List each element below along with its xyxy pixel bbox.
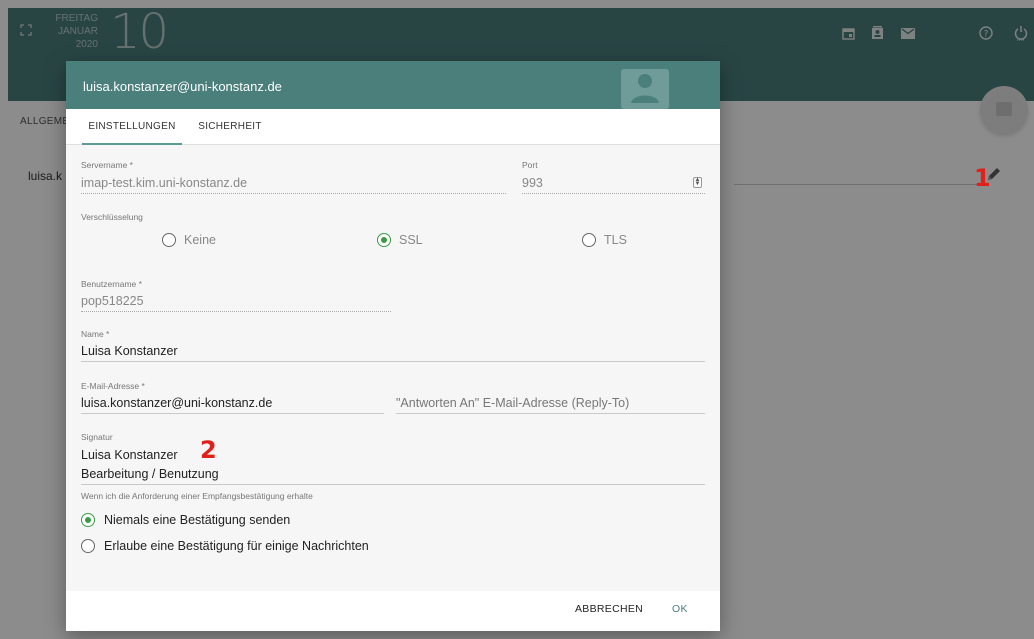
encryption-label: Verschlüsselung: [81, 212, 143, 222]
edit-pencil-icon[interactable]: [986, 166, 1002, 182]
name-label: Name *: [81, 329, 110, 339]
receipt-option-some[interactable]: Erlaube eine Bestätigung für einige Nach…: [104, 539, 369, 553]
signature-label: Signatur: [81, 432, 113, 442]
account-dialog: luisa.konstanzer@uni-konstanz.de EINSTEL…: [66, 61, 720, 631]
tab-einstellungen[interactable]: EINSTELLUNGEN: [82, 109, 182, 145]
servername-field[interactable]: imap-test.kim.uni-konstanz.de: [81, 176, 247, 190]
email-underline: [81, 413, 384, 414]
port-field[interactable]: 993: [522, 176, 543, 190]
tab-sicherheit[interactable]: SICHERHEIT: [190, 109, 270, 145]
port-underline: [522, 193, 705, 194]
name-underline: [81, 361, 705, 362]
reply-to-underline: [396, 413, 705, 414]
servername-label: Servername *: [81, 160, 133, 170]
encryption-option-ssl[interactable]: SSL: [399, 233, 423, 247]
receipt-label: Wenn ich die Anforderung einer Empfangsb…: [81, 491, 313, 501]
annotation-marker-2: 2: [200, 436, 217, 464]
encryption-option-tls[interactable]: TLS: [604, 233, 627, 247]
port-stepper[interactable]: ▲ ▼: [693, 177, 702, 188]
ok-button[interactable]: OK: [672, 603, 688, 615]
servername-underline: [81, 193, 506, 194]
username-label: Benutzername *: [81, 279, 142, 289]
reply-to-field[interactable]: "Antworten An" E-Mail-Adresse (Reply-To): [396, 396, 629, 410]
contact-card-icon: [619, 65, 671, 109]
signature-line-1[interactable]: Luisa Konstanzer: [81, 448, 178, 462]
username-underline: [81, 311, 391, 312]
receipt-option-never[interactable]: Niemals eine Bestätigung senden: [104, 513, 290, 527]
name-field[interactable]: Luisa Konstanzer: [81, 344, 178, 358]
email-field[interactable]: luisa.konstanzer@uni-konstanz.de: [81, 396, 272, 410]
email-label: E-Mail-Adresse *: [81, 381, 145, 391]
receipt-radio-never[interactable]: [81, 513, 95, 527]
dialog-title: luisa.konstanzer@uni-konstanz.de: [83, 79, 282, 94]
cancel-button[interactable]: ABBRECHEN: [575, 603, 643, 615]
dialog-footer: ABBRECHEN OK: [66, 591, 720, 631]
encryption-radio-ssl[interactable]: [377, 233, 391, 247]
username-field[interactable]: pop518225: [81, 294, 144, 308]
encryption-option-keine[interactable]: Keine: [184, 233, 216, 247]
signature-line-2[interactable]: Bearbeitung / Benutzung: [81, 467, 219, 481]
dialog-header: luisa.konstanzer@uni-konstanz.de: [66, 61, 720, 109]
receipt-radio-some[interactable]: [81, 539, 95, 553]
port-label: Port: [522, 160, 538, 170]
dialog-tabs: EINSTELLUNGEN SICHERHEIT: [66, 109, 720, 145]
encryption-radio-tls[interactable]: [582, 233, 596, 247]
encryption-radio-keine[interactable]: [162, 233, 176, 247]
signature-underline: [81, 484, 705, 485]
